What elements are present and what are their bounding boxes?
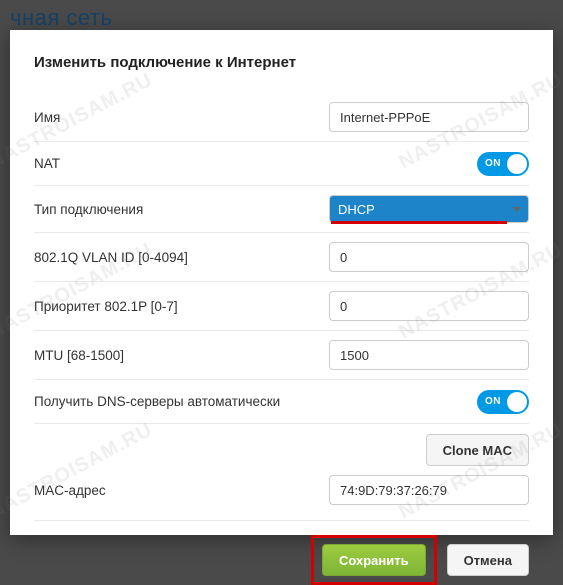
priority-label: Приоритет 802.1P [0-7] xyxy=(34,299,329,314)
mtu-input[interactable] xyxy=(329,340,529,370)
priority-input[interactable] xyxy=(329,291,529,321)
nat-toggle[interactable]: ON xyxy=(477,152,529,176)
save-highlight-box: Сохранить xyxy=(311,535,437,585)
row-conn-type: Тип подключения DHCP xyxy=(34,186,529,233)
modal-title: Изменить подключение к Интернет xyxy=(34,54,529,71)
highlight-underline xyxy=(331,221,507,224)
name-label: Имя xyxy=(34,110,329,125)
cancel-button[interactable]: Отмена xyxy=(447,544,529,576)
row-mtu: MTU [68-1500] xyxy=(34,331,529,380)
nat-label: NAT xyxy=(34,156,329,171)
row-name: Имя xyxy=(34,93,529,142)
backdrop-title: чная сеть xyxy=(10,5,112,31)
vlan-id-label: 802.1Q VLAN ID [0-4094] xyxy=(34,250,329,265)
clone-mac-button[interactable]: Clone MAC xyxy=(426,434,529,466)
toggle-knob xyxy=(507,154,527,174)
row-dns-auto: Получить DNS-серверы автоматически ON xyxy=(34,380,529,424)
vlan-id-input[interactable] xyxy=(329,242,529,272)
dns-auto-label: Получить DNS-серверы автоматически xyxy=(34,394,329,409)
modal-footer: Сохранить Отмена xyxy=(34,520,529,585)
name-input[interactable] xyxy=(329,102,529,132)
conn-type-select[interactable]: DHCP xyxy=(329,195,529,223)
row-vlan-id: 802.1Q VLAN ID [0-4094] xyxy=(34,233,529,282)
toggle-on-text: ON xyxy=(485,158,501,169)
mac-label: MAC-адрес xyxy=(34,483,329,498)
conn-type-label: Тип подключения xyxy=(34,202,329,217)
row-clone-mac: Clone MAC xyxy=(34,424,529,466)
row-priority: Приоритет 802.1P [0-7] xyxy=(34,282,529,331)
dns-auto-toggle[interactable]: ON xyxy=(477,390,529,414)
edit-connection-modal: Изменить подключение к Интернет Имя NAT … xyxy=(10,30,553,535)
row-nat: NAT ON xyxy=(34,142,529,186)
row-mac: MAC-адрес xyxy=(34,466,529,514)
toggle-on-text: ON xyxy=(485,396,501,407)
mtu-label: MTU [68-1500] xyxy=(34,348,329,363)
toggle-knob xyxy=(507,392,527,412)
mac-input[interactable] xyxy=(329,475,529,505)
save-button[interactable]: Сохранить xyxy=(322,544,426,576)
